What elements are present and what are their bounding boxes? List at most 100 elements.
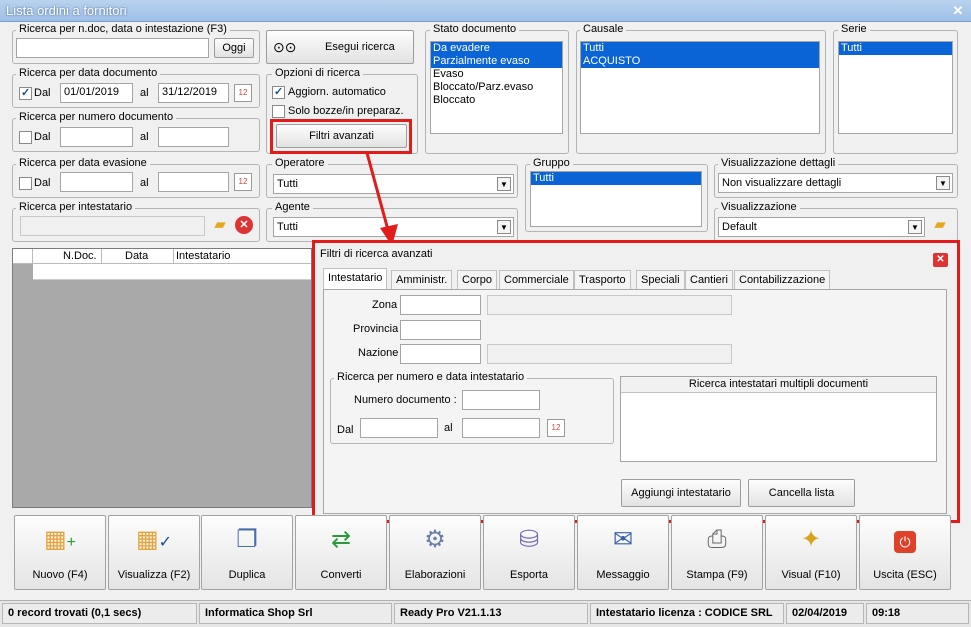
exit-button[interactable]: ⏻ Uscita (ESC) bbox=[859, 515, 951, 590]
calendar-icon[interactable]: 12 bbox=[234, 173, 252, 191]
numdoc-input[interactable] bbox=[462, 390, 540, 410]
col-ndoc[interactable]: N.Doc. bbox=[63, 250, 97, 262]
col-intestatario[interactable]: Intestatario bbox=[176, 250, 230, 262]
convert-label: Converti bbox=[320, 569, 362, 581]
clear-icon[interactable]: ✕ bbox=[235, 216, 253, 234]
details-view-label: Visualizzazione dettagli bbox=[718, 157, 839, 169]
details-view-select[interactable]: Non visualizzare dettagli ▼ bbox=[718, 173, 953, 193]
holder-search-input[interactable] bbox=[20, 216, 205, 236]
adv-dal-label: Dal bbox=[337, 424, 354, 436]
export-label: Esporta bbox=[510, 569, 548, 581]
list-item[interactable]: Tutti bbox=[839, 42, 952, 55]
numdoc-label: Numero documento : bbox=[354, 394, 457, 406]
nazione-input[interactable] bbox=[400, 344, 481, 364]
list-item[interactable]: Parzialmente evaso bbox=[431, 55, 562, 68]
operator-label: Operatore bbox=[272, 157, 328, 169]
date-range-label: Ricerca per data documento bbox=[16, 67, 161, 79]
multi-holder-list[interactable]: Ricerca intestatari multipli documenti bbox=[620, 376, 937, 462]
date-dal-checkbox[interactable] bbox=[19, 86, 32, 100]
calendar-icon[interactable]: 12 bbox=[547, 419, 565, 437]
chevron-down-icon[interactable]: ▼ bbox=[497, 220, 511, 234]
date-to-input[interactable]: 31/12/2019 bbox=[158, 83, 229, 103]
adv-date-from-input[interactable] bbox=[360, 418, 438, 438]
col-data[interactable]: Data bbox=[125, 250, 148, 262]
wand-icon: ✦ bbox=[800, 526, 822, 553]
tab-commerciale[interactable]: Commerciale bbox=[499, 270, 574, 289]
number-dal-checkbox[interactable] bbox=[19, 131, 32, 144]
tab-contabilizzazione[interactable]: Contabilizzazione bbox=[734, 270, 831, 289]
date-from-input[interactable]: 01/01/2019 bbox=[60, 83, 133, 103]
export-button[interactable]: ⛁ Esporta bbox=[483, 515, 575, 590]
evasion-from-input[interactable] bbox=[60, 172, 133, 192]
search-execute-button[interactable]: ⊙⊙ Esegui ricerca bbox=[266, 30, 414, 64]
evasion-dal-checkbox[interactable] bbox=[19, 177, 32, 190]
zona-input[interactable] bbox=[400, 295, 481, 315]
list-item[interactable]: Tutti bbox=[531, 172, 701, 185]
chevron-down-icon[interactable]: ▼ bbox=[497, 177, 511, 191]
add-holder-button[interactable]: Aggiungi intestatario bbox=[621, 479, 741, 507]
number-to-input[interactable] bbox=[158, 127, 229, 147]
tab-speciali[interactable]: Speciali bbox=[636, 270, 685, 289]
group-list[interactable]: Tutti bbox=[530, 171, 702, 227]
convert-button[interactable]: ⇄ Converti bbox=[295, 515, 387, 590]
folder-icon[interactable]: ▰ bbox=[211, 216, 229, 234]
evasion-range-label: Ricerca per data evasione bbox=[16, 157, 150, 169]
list-item[interactable]: Evaso bbox=[431, 68, 562, 81]
new-label: Nuovo (F4) bbox=[32, 569, 88, 581]
status-company: Informatica Shop Srl bbox=[199, 603, 392, 624]
close-icon[interactable]: ✕ bbox=[933, 253, 948, 267]
orders-grid[interactable]: N.Doc. Data Intestatario bbox=[12, 248, 312, 508]
message-label: Messaggio bbox=[596, 569, 650, 581]
list-item[interactable]: Bloccato/Parz.evaso bbox=[431, 81, 562, 94]
table-row[interactable] bbox=[33, 264, 311, 280]
clear-list-button[interactable]: Cancella lista bbox=[748, 479, 855, 507]
view-button[interactable]: ▦✓ Visualizza (F2) bbox=[108, 515, 200, 590]
provincia-input[interactable] bbox=[400, 320, 481, 340]
message-icon: ✉ bbox=[612, 526, 634, 553]
doc-status-list[interactable]: Da evadere Parzialmente evaso Evaso Bloc… bbox=[430, 41, 563, 134]
view-select[interactable]: Default ▼ bbox=[718, 217, 925, 237]
chevron-down-icon[interactable]: ▼ bbox=[936, 176, 950, 190]
duplicate-button[interactable]: ❐ Duplica bbox=[201, 515, 293, 590]
tab-amministr[interactable]: Amministr. bbox=[391, 270, 453, 289]
nazione-description bbox=[487, 344, 732, 364]
list-item[interactable]: ACQUISTO bbox=[581, 55, 819, 68]
operator-value: Tutti bbox=[277, 178, 298, 190]
visual-label: Visual (F10) bbox=[781, 569, 841, 581]
grid-header: N.Doc. Data Intestatario bbox=[13, 249, 311, 264]
number-al-label: al bbox=[140, 131, 149, 143]
drafts-only-label: Solo bozze/in preparaz. bbox=[288, 105, 404, 117]
auto-update-checkbox[interactable] bbox=[272, 85, 285, 99]
search-doc-input[interactable] bbox=[16, 38, 209, 58]
number-range-label: Ricerca per numero documento bbox=[16, 111, 177, 123]
drafts-only-checkbox[interactable] bbox=[272, 105, 285, 118]
adv-date-to-input[interactable] bbox=[462, 418, 540, 438]
advanced-filters-button[interactable]: Filtri avanzati bbox=[276, 124, 407, 148]
evasion-to-input[interactable] bbox=[158, 172, 229, 192]
number-from-input[interactable] bbox=[60, 127, 133, 147]
process-icon: ⚙ bbox=[424, 526, 446, 553]
new-button[interactable]: ▦+ Nuovo (F4) bbox=[14, 515, 106, 590]
oggi-button[interactable]: Oggi bbox=[214, 38, 254, 58]
process-button[interactable]: ⚙ Elaborazioni bbox=[389, 515, 481, 590]
print-button[interactable]: ⎙ Stampa (F9) bbox=[671, 515, 763, 590]
causale-list[interactable]: Tutti ACQUISTO bbox=[580, 41, 820, 134]
tab-corpo[interactable]: Corpo bbox=[457, 270, 497, 289]
date-dal-label: Dal bbox=[34, 87, 51, 99]
close-icon[interactable]: ✕ bbox=[949, 2, 967, 19]
search-execute-label: Esegui ricerca bbox=[325, 41, 395, 53]
new-icon: ▦+ bbox=[43, 526, 77, 553]
list-item[interactable]: Tutti bbox=[581, 42, 819, 55]
message-button[interactable]: ✉ Messaggio bbox=[577, 515, 669, 590]
serie-list[interactable]: Tutti bbox=[838, 41, 953, 134]
calendar-icon[interactable]: 12 bbox=[234, 84, 252, 102]
options-label: Opzioni di ricerca bbox=[272, 67, 363, 79]
list-item[interactable]: Bloccato bbox=[431, 94, 562, 107]
list-item[interactable]: Da evadere bbox=[431, 42, 562, 55]
visual-button[interactable]: ✦ Visual (F10) bbox=[765, 515, 857, 590]
tab-intestatario[interactable]: Intestatario bbox=[323, 268, 388, 290]
tab-trasporto[interactable]: Trasporto bbox=[574, 270, 631, 289]
folder-icon[interactable]: ▰ bbox=[931, 216, 949, 234]
chevron-down-icon[interactable]: ▼ bbox=[908, 220, 922, 234]
tab-cantieri[interactable]: Cantieri bbox=[685, 270, 733, 289]
